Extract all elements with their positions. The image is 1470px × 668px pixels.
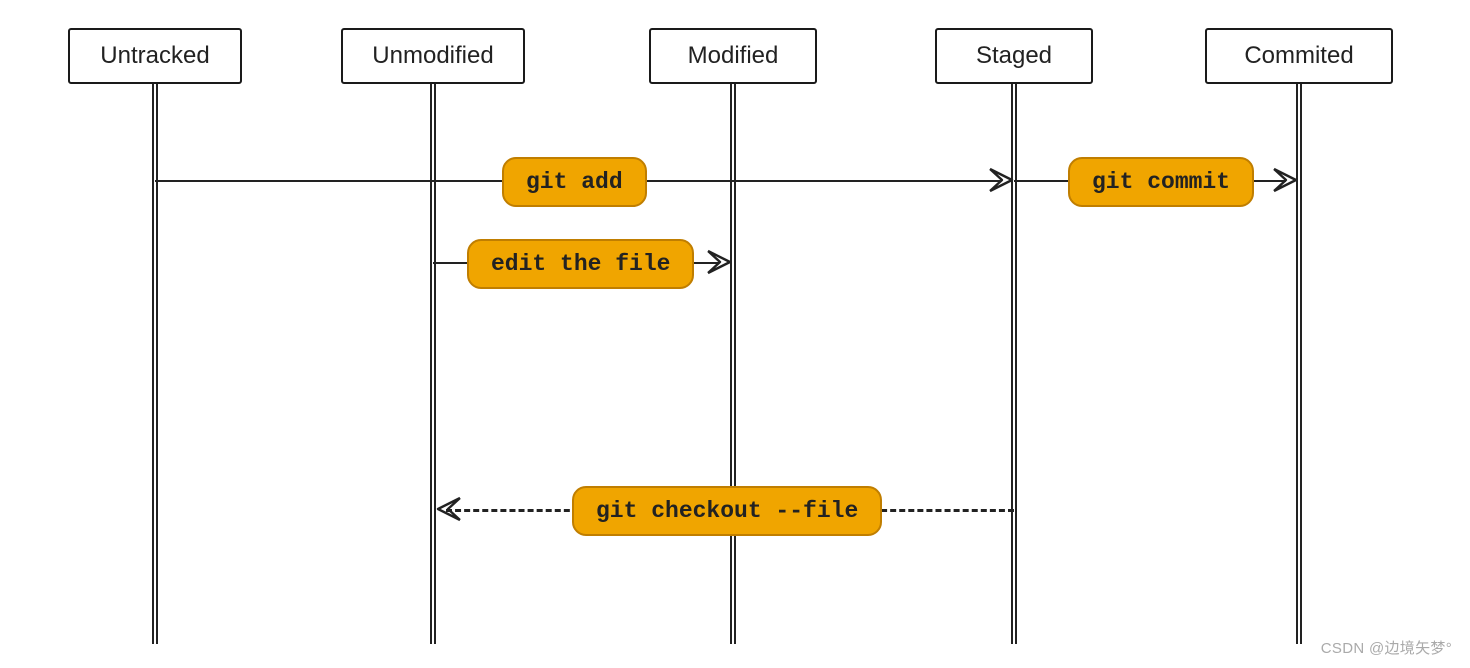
lane-box-staged: Staged bbox=[935, 28, 1093, 84]
lane-label: Staged bbox=[976, 42, 1052, 70]
lane-box-untracked: Untracked bbox=[68, 28, 242, 84]
watermark-text: CSDN @边境矢梦° bbox=[1321, 640, 1452, 657]
arrowhead-commit bbox=[1272, 167, 1298, 193]
lifeline-modified bbox=[730, 84, 736, 644]
lane-box-unmodified: Unmodified bbox=[341, 28, 525, 84]
lane-label: Unmodified bbox=[372, 42, 493, 70]
cmd-text: edit the file bbox=[491, 251, 670, 277]
lane-label: Commited bbox=[1244, 42, 1353, 70]
cmd-text: git add bbox=[526, 169, 623, 195]
lifeline-untracked bbox=[152, 84, 158, 644]
lane-box-modified: Modified bbox=[649, 28, 817, 84]
arrowhead-checkout bbox=[436, 496, 462, 522]
cmd-label-add: git add bbox=[502, 157, 647, 207]
diagram-stage: Untracked Unmodified Modified Staged Com… bbox=[0, 0, 1470, 668]
lane-box-commited: Commited bbox=[1205, 28, 1393, 84]
watermark: CSDN @边境矢梦° bbox=[1321, 637, 1452, 658]
cmd-text: git commit bbox=[1092, 169, 1230, 195]
lane-label: Untracked bbox=[100, 42, 209, 70]
cmd-label-checkout: git checkout --file bbox=[572, 486, 882, 536]
cmd-label-edit: edit the file bbox=[467, 239, 694, 289]
lane-label: Modified bbox=[688, 42, 779, 70]
arrowhead-edit bbox=[706, 249, 732, 275]
cmd-text: git checkout --file bbox=[596, 498, 858, 524]
lifeline-unmodified bbox=[430, 84, 436, 644]
cmd-label-commit: git commit bbox=[1068, 157, 1254, 207]
arrowhead-add bbox=[988, 167, 1014, 193]
